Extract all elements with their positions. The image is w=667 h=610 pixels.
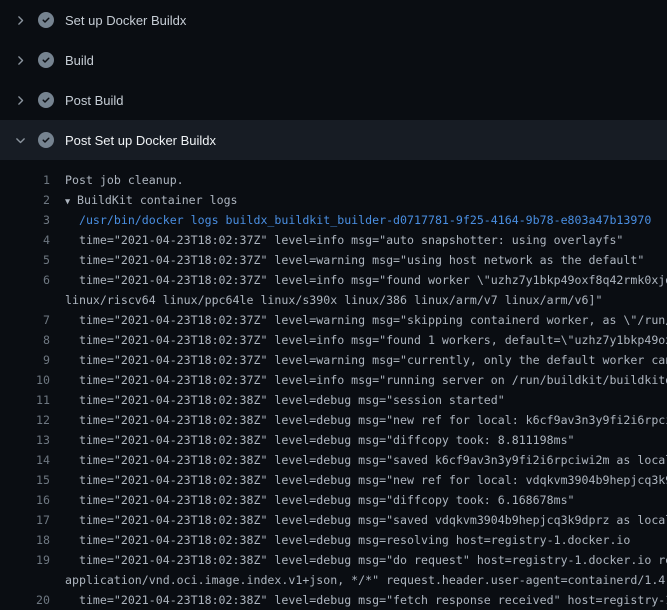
log-line: 11 time="2021-04-23T18:02:38Z" level=deb… [0,390,667,410]
chevron-down-icon [13,133,27,147]
log-line: 9 time="2021-04-23T18:02:37Z" level=warn… [0,350,667,370]
log-text: time="2021-04-23T18:02:37Z" level=warnin… [65,310,667,330]
line-number[interactable]: 7 [0,310,50,330]
line-number[interactable]: 2 [0,190,50,210]
log-line: 19 time="2021-04-23T18:02:38Z" level=deb… [0,550,667,570]
line-number [0,570,50,590]
step-label: Post Set up Docker Buildx [65,133,216,148]
triangle-down-icon: ▼ [65,192,77,212]
log-line: 13 time="2021-04-23T18:02:38Z" level=deb… [0,430,667,450]
log-text: time="2021-04-23T18:02:38Z" level=debug … [65,470,667,490]
log-line: 17 time="2021-04-23T18:02:38Z" level=deb… [0,510,667,530]
log-text: time="2021-04-23T18:02:38Z" level=debug … [65,450,667,470]
log-container: 1 Post job cleanup. 2 ▼BuildKit container l… [0,160,667,610]
log-line: 15 time="2021-04-23T18:02:38Z" level=deb… [0,470,667,490]
log-text: time="2021-04-23T18:02:38Z" level=debug … [65,510,667,530]
step-row-set-up-docker-buildx[interactable]: Set up Docker Buildx [0,0,667,40]
line-number[interactable]: 6 [0,270,50,290]
line-number[interactable]: 4 [0,230,50,250]
log-text: time="2021-04-23T18:02:38Z" level=debug … [65,530,630,550]
log-text: time="2021-04-23T18:02:38Z" level=debug … [65,490,575,510]
step-label: Build [65,53,94,68]
log-line: 1 Post job cleanup. [0,170,667,190]
step-list: Set up Docker Buildx Build Post Build Po… [0,0,667,160]
line-number[interactable]: 15 [0,470,50,490]
check-circle-icon [38,52,54,68]
line-number[interactable]: 5 [0,250,50,270]
log-text: ▼BuildKit container logs [65,190,238,210]
log-text: time="2021-04-23T18:02:38Z" level=debug … [65,390,505,410]
log-text: time="2021-04-23T18:02:37Z" level=warnin… [65,250,644,270]
log-line: 20 time="2021-04-23T18:02:38Z" level=deb… [0,590,667,610]
line-number[interactable]: 11 [0,390,50,410]
log-line: 10 time="2021-04-23T18:02:37Z" level=inf… [0,370,667,390]
log-line: 7 time="2021-04-23T18:02:37Z" level=warn… [0,310,667,330]
line-number[interactable]: 3 [0,210,50,230]
log-line: 3 /usr/bin/docker logs buildx_buildkit_b… [0,210,667,230]
log-line: 8 time="2021-04-23T18:02:37Z" level=info… [0,330,667,350]
log-text: time="2021-04-23T18:02:38Z" level=debug … [65,590,667,610]
step-label: Set up Docker Buildx [65,13,186,28]
chevron-right-icon [13,13,27,27]
log-line: 12 time="2021-04-23T18:02:38Z" level=deb… [0,410,667,430]
line-number[interactable]: 19 [0,550,50,570]
step-row-post-set-up-docker-buildx[interactable]: Post Set up Docker Buildx [0,120,667,160]
log-line: 6 time="2021-04-23T18:02:37Z" level=info… [0,270,667,290]
log-command-text: /usr/bin/docker logs buildx_buildkit_bui… [65,210,651,230]
log-text: time="2021-04-23T18:02:37Z" level=warnin… [65,350,667,370]
log-line: 16 time="2021-04-23T18:02:38Z" level=deb… [0,490,667,510]
line-number[interactable]: 17 [0,510,50,530]
step-row-build[interactable]: Build [0,40,667,80]
line-number[interactable]: 9 [0,350,50,370]
log-text: application/vnd.oci.image.index.v1+json,… [65,570,667,590]
step-label: Post Build [65,93,124,108]
log-text: Post job cleanup. [65,170,184,190]
line-number[interactable]: 13 [0,430,50,450]
log-text: time="2021-04-23T18:02:37Z" level=info m… [65,270,667,290]
line-number[interactable]: 8 [0,330,50,350]
log-text: time="2021-04-23T18:02:37Z" level=info m… [65,330,667,350]
chevron-right-icon [13,93,27,107]
log-text: time="2021-04-23T18:02:38Z" level=debug … [65,430,575,450]
line-number[interactable]: 1 [0,170,50,190]
line-number [0,290,50,310]
check-circle-icon [38,12,54,28]
log-text: time="2021-04-23T18:02:38Z" level=debug … [65,550,667,570]
check-circle-icon [38,132,54,148]
log-line: 4 time="2021-04-23T18:02:37Z" level=info… [0,230,667,250]
log-group-header[interactable]: 2 ▼BuildKit container logs [0,190,667,210]
log-text: linux/riscv64 linux/ppc64le linux/s390x … [65,290,602,310]
log-text: time="2021-04-23T18:02:37Z" level=info m… [65,370,667,390]
log-line: 14 time="2021-04-23T18:02:38Z" level=deb… [0,450,667,470]
line-number[interactable]: 10 [0,370,50,390]
line-number[interactable]: 20 [0,590,50,610]
log-text: time="2021-04-23T18:02:38Z" level=debug … [65,410,667,430]
line-number[interactable]: 16 [0,490,50,510]
log-line-wrap: application/vnd.oci.image.index.v1+json,… [0,570,667,590]
line-number[interactable]: 14 [0,450,50,470]
log-text: time="2021-04-23T18:02:37Z" level=info m… [65,230,623,250]
line-number[interactable]: 18 [0,530,50,550]
log-line: 5 time="2021-04-23T18:02:37Z" level=warn… [0,250,667,270]
chevron-right-icon [13,53,27,67]
line-number[interactable]: 12 [0,410,50,430]
check-circle-icon [38,92,54,108]
step-row-post-build[interactable]: Post Build [0,80,667,120]
log-line-wrap: linux/riscv64 linux/ppc64le linux/s390x … [0,290,667,310]
log-line: 18 time="2021-04-23T18:02:38Z" level=deb… [0,530,667,550]
log-group-label: BuildKit container logs [77,193,238,207]
